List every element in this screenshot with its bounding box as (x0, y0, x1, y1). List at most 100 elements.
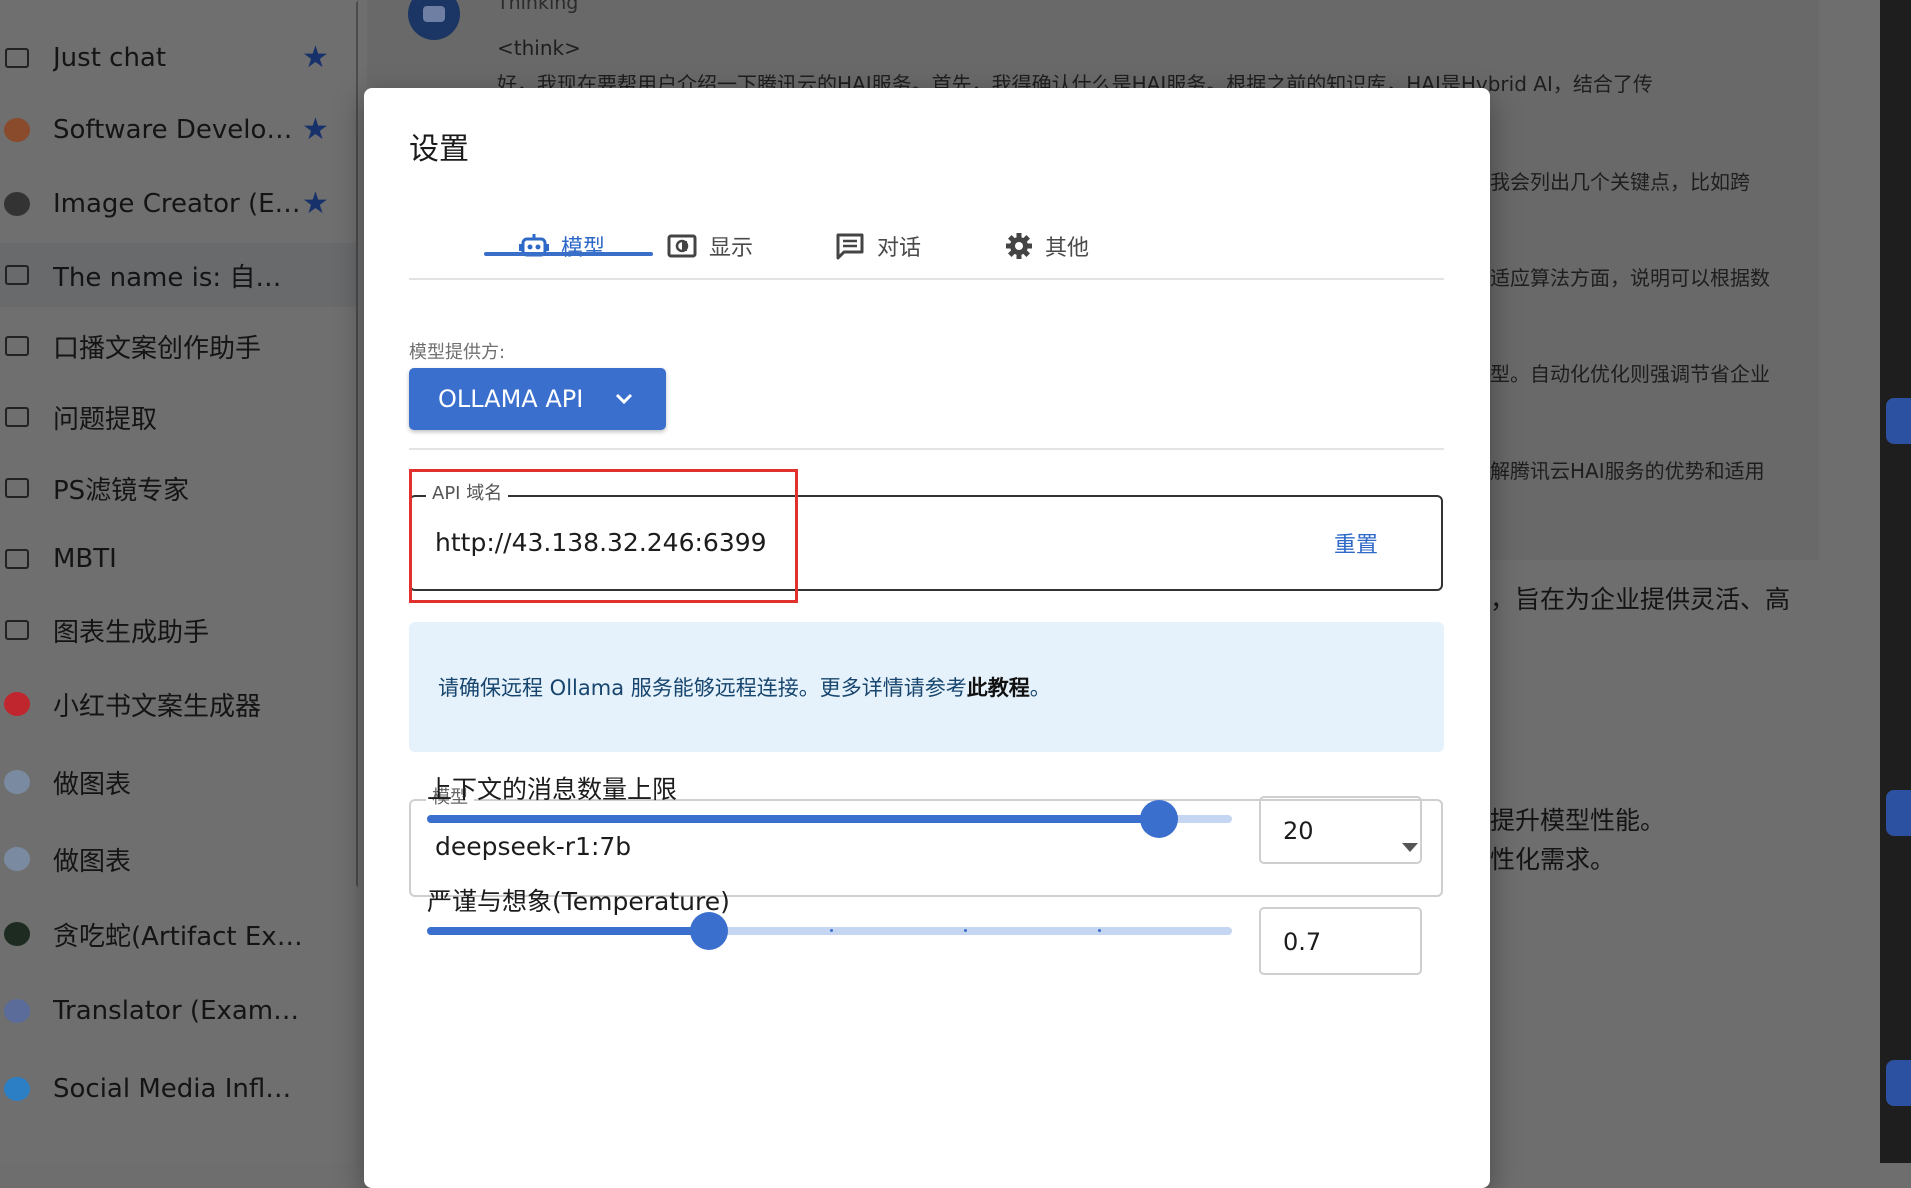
twitter-avatar-icon (0, 1072, 34, 1106)
tab-label: 显示 (709, 236, 754, 261)
context-limit-input[interactable]: 20 (1259, 796, 1422, 864)
chat-bubble-icon (0, 400, 34, 434)
chevron-down-icon (613, 388, 635, 416)
sidebar-item[interactable]: 小红书文案生成器 (0, 672, 356, 736)
slider-thumb[interactable] (689, 912, 728, 950)
sidebar-scrollbar[interactable] (356, 0, 358, 888)
slider-track-fill (427, 927, 709, 935)
snake-game-avatar-icon (0, 917, 34, 951)
tab-other[interactable]: 其他 (1005, 218, 1089, 274)
sidebar-item-label: Image Creator (E… (53, 189, 301, 219)
tab-display[interactable]: 显示 (667, 218, 753, 274)
info-text: 请确保远程 Ollama 服务能够远程连接。更多详情请参考此教程。 (438, 676, 1051, 700)
slider-track-fill (427, 815, 1159, 823)
provider-label: 模型提供方: (409, 342, 506, 363)
chart-avatar-icon (0, 765, 34, 799)
sidebar-item-label: 口播文案创作助手 (53, 333, 262, 364)
side-action-tab[interactable] (1886, 398, 1911, 444)
translator-avatar-icon (0, 994, 34, 1028)
star-icon[interactable]: ★ (302, 189, 329, 219)
chat-text-line: 解腾讯云HAI服务的优势和适用 (1490, 459, 1765, 483)
sidebar-item[interactable]: Software Develop… ★ (0, 98, 356, 162)
sidebar-item-label: The name is: 自我介绍 (53, 262, 303, 293)
slider-thumb[interactable] (1139, 800, 1178, 838)
slider-tick-mark (963, 929, 967, 932)
sidebar-item-label: 问题提取 (53, 404, 158, 435)
conversation-sidebar: Just chat ★ Software Develop… ★ Image Creato… (0, 0, 358, 1163)
sidebar-item-label: Just chat (53, 43, 167, 73)
divider (409, 448, 1444, 450)
sidebar-item-label: Social Media Influence… (53, 1074, 303, 1104)
settings-dialog: 设置 模型 显示 对话 其他 模型提供方: OLLAMA API API 域名 … (364, 88, 1490, 1188)
highlight-annotation-box (409, 469, 798, 603)
tab-conversation[interactable]: 对话 (835, 218, 921, 274)
info-alert: 请确保远程 Ollama 服务能够远程连接。更多详情请参考此教程。 (409, 622, 1444, 752)
sidebar-item[interactable]: 做图表 (0, 827, 356, 891)
sidebar-item-label: 图表生成助手 (53, 617, 210, 648)
provider-value: OLLAMA API (438, 385, 584, 413)
sidebar-item[interactable]: MBTI (0, 527, 356, 591)
sidebar-item[interactable]: Image Creator (E… ★ (0, 172, 356, 236)
settings-tabs: 模型 显示 对话 其他 (409, 208, 1444, 280)
active-tab-indicator (484, 252, 653, 256)
side-action-tab[interactable] (1886, 1060, 1911, 1106)
gear-icon (1005, 232, 1033, 260)
display-icon (667, 233, 697, 259)
chat-bubble-icon (0, 542, 34, 576)
sidebar-item-label: MBTI (53, 544, 117, 574)
temperature-value: 0.7 (1283, 928, 1322, 956)
right-edge-panel (1880, 0, 1911, 1163)
sidebar-item[interactable]: PS滤镜专家 (0, 456, 356, 520)
sidebar-item-label: PS滤镜专家 (53, 475, 190, 506)
context-limit-slider[interactable] (427, 800, 1232, 838)
chat-text-line: 型。自动化优化则强调节省企业 (1490, 362, 1770, 386)
context-limit-label: 上下文的消息数量上限 (427, 775, 678, 804)
slider-tick-mark (829, 929, 833, 932)
chat-message-icon (835, 232, 865, 260)
temperature-input[interactable]: 0.7 (1259, 907, 1422, 975)
tutorial-link[interactable]: 此教程 (967, 676, 1030, 700)
star-icon[interactable]: ★ (302, 43, 329, 73)
model-select-value[interactable]: deepseek-r1:7b (435, 832, 631, 861)
tab-label: 其他 (1045, 236, 1090, 261)
image-icon (0, 187, 34, 221)
sidebar-item-label: 小红书文案生成器 (53, 691, 262, 722)
sidebar-item[interactable]: Just chat ★ (0, 26, 356, 90)
temperature-label: 严谨与想象(Temperature) (427, 887, 730, 916)
sidebar-item-label: Translator (Example) (53, 996, 303, 1026)
tab-label: 对话 (877, 236, 922, 261)
sidebar-item[interactable]: Translator (Example) (0, 979, 356, 1043)
api-reset-button[interactable]: 重置 (1334, 527, 1378, 559)
sidebar-item[interactable]: 图表生成助手 (0, 598, 356, 662)
chart-avatar-icon (0, 842, 34, 876)
chat-bubble-icon (0, 258, 34, 292)
sidebar-item[interactable]: 口播文案创作助手 (0, 314, 356, 378)
sidebar-item-label: 贪吃蛇(Artifact Example) (53, 921, 303, 952)
sidebar-item-label: 做图表 (53, 769, 132, 800)
chat-text-line: 我会列出几个关键点，比如跨 (1490, 170, 1750, 194)
tab-model[interactable]: 模型 (519, 218, 605, 274)
sidebar-item[interactable]: 贪吃蛇(Artifact Example) (0, 902, 356, 966)
chat-bubble-icon (0, 613, 34, 647)
star-icon[interactable]: ★ (302, 115, 329, 145)
sidebar-item[interactable]: Social Media Influence… (0, 1057, 356, 1121)
sidebar-item[interactable]: The name is: 自我介绍 (0, 243, 356, 307)
temperature-slider[interactable] (427, 912, 1232, 950)
slider-tick-mark (1097, 929, 1101, 932)
sidebar-item[interactable]: 做图表 (0, 750, 356, 814)
chat-answer-line: 提升模型性能。 (1490, 806, 1666, 835)
think-tag-text: <think> (497, 36, 581, 60)
tab-label: 模型 (561, 236, 606, 261)
dialog-title: 设置 (409, 132, 469, 167)
chat-bubble-icon (0, 41, 34, 75)
chat-answer-line: ，旨在为企业提供灵活、高 (1490, 585, 1791, 614)
chat-bubble-icon (0, 329, 34, 363)
chat-answer-line: 性化需求。 (1490, 845, 1616, 874)
thinking-label[interactable]: Thinking (497, 0, 578, 14)
context-limit-value: 20 (1283, 817, 1314, 845)
xiaohongshu-avatar-icon (0, 687, 34, 721)
developer-avatar-icon (0, 113, 34, 147)
sidebar-item[interactable]: 问题提取 (0, 385, 356, 449)
provider-dropdown-button[interactable]: OLLAMA API (409, 368, 666, 430)
side-action-tab[interactable] (1886, 790, 1911, 836)
